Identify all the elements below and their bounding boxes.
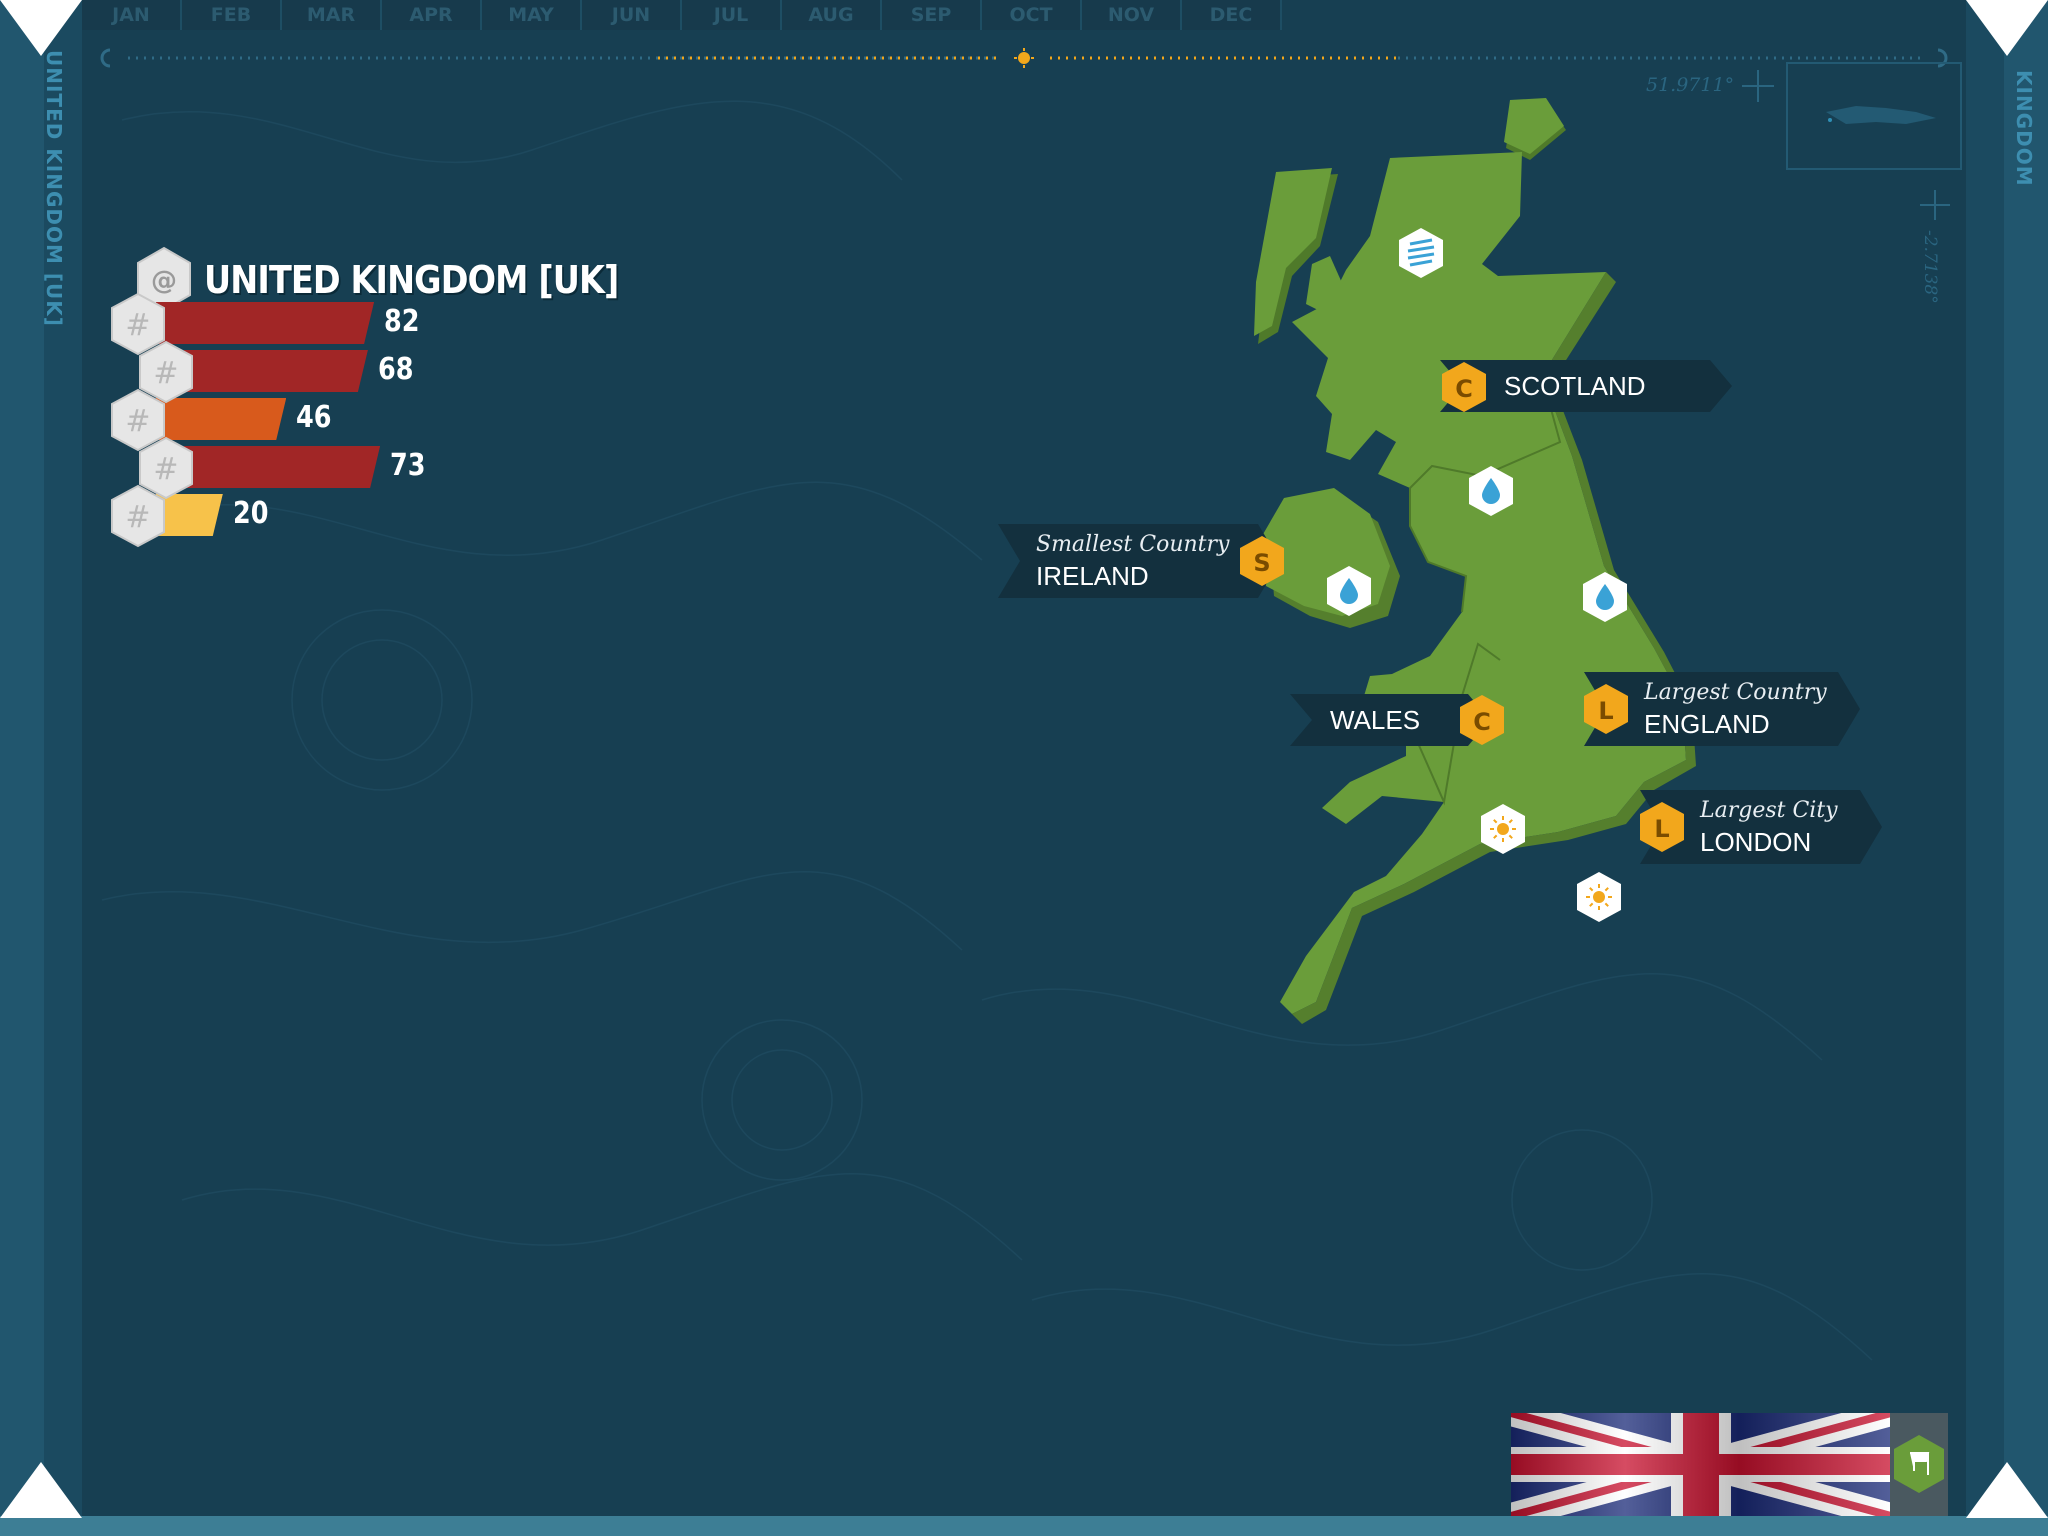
svg-text:L: L: [1598, 697, 1613, 725]
month-tab-may[interactable]: MAY: [482, 0, 582, 30]
svg-text:#: #: [125, 404, 150, 439]
longitude-readout: -2.7138°: [1920, 230, 1940, 304]
badge-scotland: C: [1442, 362, 1486, 412]
month-tab-jan[interactable]: JAN: [82, 0, 182, 30]
svg-text:#: #: [125, 308, 150, 343]
month-tab-jul[interactable]: JUL: [682, 0, 782, 30]
stat-bar: [156, 302, 374, 344]
badge-wales: C: [1460, 695, 1504, 745]
label-england-name: ENGLAND: [1644, 709, 1770, 739]
month-tab-dec[interactable]: DEC: [1182, 0, 1282, 30]
month-tab-nov[interactable]: NOV: [1082, 0, 1182, 30]
union-jack-flag: [1511, 1413, 1891, 1516]
right-frame-inner: [1966, 0, 2004, 1536]
label-scotland-name: SCOTLAND: [1504, 371, 1646, 401]
stat-bar-value: 46: [296, 400, 332, 435]
corner-top-left: [0, 0, 82, 56]
stat-bar: [184, 350, 368, 392]
rain-icon[interactable]: [1580, 570, 1630, 624]
corner-bottom-left: [0, 1462, 82, 1518]
svg-text:S: S: [1253, 549, 1270, 577]
label-ireland-subtitle: Smallest Country: [1036, 532, 1230, 557]
flag-icon: [1894, 1435, 1944, 1493]
stat-bar-value: 68: [377, 352, 414, 387]
left-sidebar-label: UNITED KINGDOM [UK]: [42, 50, 66, 327]
badge-england: L: [1584, 684, 1628, 734]
svg-text:#: #: [125, 500, 150, 535]
month-tab-jun[interactable]: JUN: [582, 0, 682, 30]
svg-text:#: #: [153, 356, 178, 391]
left-frame: [0, 0, 44, 1536]
month-tab-apr[interactable]: APR: [382, 0, 482, 30]
sun-icon[interactable]: [1478, 802, 1528, 856]
rain-icon[interactable]: [1466, 464, 1516, 518]
month-tab-oct[interactable]: OCT: [982, 0, 1082, 30]
month-tab-feb[interactable]: FEB: [182, 0, 282, 30]
sun-icon[interactable]: [1574, 870, 1624, 924]
label-london-name: LONDON: [1700, 827, 1812, 857]
flag-button[interactable]: [1890, 1413, 1948, 1516]
month-tab-mar[interactable]: MAR: [282, 0, 382, 30]
badge-ireland: S: [1240, 536, 1284, 586]
crosshair-icon-small: [1920, 190, 1950, 220]
stat-bar-value: 20: [232, 496, 269, 531]
orkney-land: [1504, 98, 1564, 154]
wind-icon[interactable]: [1396, 226, 1446, 280]
svg-text:C: C: [1455, 375, 1473, 403]
sun-marker-icon: [1014, 48, 1034, 68]
stat-bar-value: 82: [384, 304, 420, 339]
month-tab-sep[interactable]: SEP: [882, 0, 982, 30]
right-sidebar-label: KINGDOM: [2012, 70, 2036, 187]
rain-icon[interactable]: [1324, 564, 1374, 618]
svg-text:L: L: [1654, 815, 1669, 843]
country-title: UNITED KINGDOM [UK]: [204, 258, 619, 302]
stat-bar: [156, 398, 286, 440]
stat-bar-value: 73: [390, 448, 426, 483]
svg-text:#: #: [153, 452, 178, 487]
right-frame: [2004, 0, 2048, 1536]
month-selector: JAN FEB MAR APR MAY JUN JUL AUG SEP OCT NOV DEC: [82, 0, 1282, 30]
bottom-strip: [0, 1516, 2048, 1536]
corner-top-right: [1966, 0, 2048, 56]
svg-text:C: C: [1473, 708, 1491, 736]
stat-bar: [184, 446, 380, 488]
month-tab-aug[interactable]: AUG: [782, 0, 882, 30]
corner-bottom-right: [1966, 1462, 2048, 1518]
timeline-track[interactable]: [98, 48, 1950, 68]
badge-london: L: [1640, 802, 1684, 852]
hash-icon: #: [111, 484, 165, 548]
latitude-readout: 51.9711°: [1646, 74, 1735, 96]
label-ireland-name: IRELAND: [1036, 561, 1149, 591]
label-england-subtitle: Largest Country: [1644, 680, 1827, 705]
label-wales-name: WALES: [1330, 705, 1421, 735]
label-london-subtitle: Largest City: [1700, 798, 1838, 823]
